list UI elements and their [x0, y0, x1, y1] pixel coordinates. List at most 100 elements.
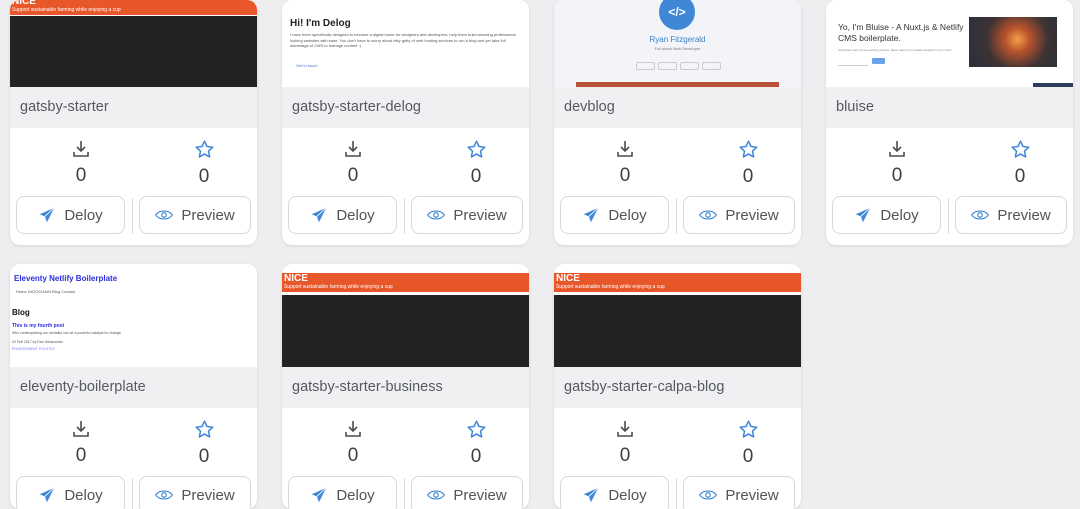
download-stat: 0 — [595, 139, 655, 187]
thumbnail-title: NICE — [284, 273, 308, 284]
card-title[interactable]: gatsby-starter-calpa-blog — [554, 367, 801, 408]
paper-plane-icon — [312, 207, 327, 223]
paper-plane-icon — [584, 207, 599, 223]
card-title[interactable]: gatsby-starter-delog — [282, 87, 529, 128]
download-count: 0 — [347, 165, 359, 186]
thumbnail-link: Get in touch — [296, 63, 318, 68]
preview-button[interactable]: Preview — [411, 476, 523, 509]
download-icon — [617, 141, 633, 157]
thumbnail-dark-area — [554, 295, 801, 367]
preview-label: Preview — [453, 206, 507, 224]
eye-icon — [699, 210, 718, 220]
download-count: 0 — [75, 445, 87, 466]
deploy-label: Deloy — [64, 206, 103, 224]
deploy-button[interactable]: Deloy — [560, 196, 669, 234]
button-divider — [404, 198, 405, 234]
download-icon — [889, 141, 905, 157]
download-count: 0 — [891, 165, 903, 186]
thumbnail-blog-heading: Blog — [12, 308, 30, 317]
star-stat: 0 — [446, 139, 506, 188]
star-count: 0 — [470, 166, 482, 187]
download-icon — [345, 421, 361, 437]
download-stat: 0 — [51, 419, 111, 467]
card-title[interactable]: eleventy-boilerplate — [10, 367, 257, 408]
star-icon[interactable] — [466, 139, 487, 160]
star-count: 0 — [1014, 166, 1026, 187]
thumbnail-fire-image — [969, 17, 1057, 67]
preview-label: Preview — [725, 206, 779, 224]
card-title[interactable]: devblog — [554, 87, 801, 128]
thumbnail-name: Ryan Fitzgerald — [649, 35, 706, 44]
download-stat: 0 — [323, 419, 383, 467]
deploy-label: Deloy — [336, 206, 375, 224]
download-icon — [345, 141, 361, 157]
download-count: 0 — [347, 445, 359, 466]
thumbnail-text: I have been specifically designed to bec… — [290, 32, 516, 48]
thumbnail-button — [872, 58, 885, 64]
thumbnail[interactable]: NICE Support sustainable farming while e… — [282, 264, 529, 367]
download-icon — [617, 421, 633, 437]
thumbnail[interactable]: NICE Support sustainable farming while e… — [554, 264, 801, 367]
thumbnail-header: NICE Support sustainable farming while e… — [282, 273, 529, 292]
star-icon[interactable] — [194, 419, 215, 440]
thumbnail-nav: Home DATOCHAIN Blog Contact — [16, 289, 75, 294]
download-count: 0 — [75, 165, 87, 186]
thumbnail-dark-area — [282, 295, 529, 367]
download-stat: 0 — [323, 139, 383, 187]
deploy-label: Deloy — [608, 206, 647, 224]
star-icon[interactable] — [738, 419, 759, 440]
thumbnail-post-excerpt: Why contemplating our mortality can be a… — [12, 331, 121, 335]
preview-button[interactable]: Preview — [411, 196, 523, 234]
preview-button[interactable]: Preview — [955, 196, 1067, 234]
thumbnail-title: NICE — [556, 273, 580, 284]
paper-plane-icon — [40, 487, 55, 503]
card-title[interactable]: bluise — [826, 87, 1073, 128]
button-divider — [948, 198, 949, 234]
thumbnail-heading: Yo, I'm Bluise - A Nuxt.js & Netlify CMS… — [838, 22, 964, 43]
thumbnail-title: NICE — [12, 0, 36, 7]
thumbnail-post-title: This is my fourth post — [12, 323, 65, 329]
thumbnail[interactable]: </> Ryan Fitzgerald Full-stack Web Devel… — [554, 0, 801, 87]
star-count: 0 — [742, 166, 754, 187]
starter-card: Hi! I'm Delog I have been specifically d… — [282, 0, 529, 245]
deploy-button[interactable]: Deloy — [560, 476, 669, 509]
preview-button[interactable]: Preview — [139, 196, 251, 234]
star-count: 0 — [470, 446, 482, 467]
starter-card: </> Ryan Fitzgerald Full-stack Web Devel… — [554, 0, 801, 245]
thumbnail[interactable]: Yo, I'm Bluise - A Nuxt.js & Netlify CMS… — [826, 0, 1073, 87]
star-stat: 0 — [446, 419, 506, 468]
deploy-button[interactable]: Deloy — [832, 196, 941, 234]
thumbnail-dark-area — [10, 16, 257, 87]
star-icon[interactable] — [738, 139, 759, 160]
paper-plane-icon — [856, 207, 871, 223]
thumbnail[interactable]: Hi! I'm Delog I have been specifically d… — [282, 0, 529, 87]
preview-button[interactable]: Preview — [683, 476, 795, 509]
star-icon[interactable] — [466, 419, 487, 440]
star-count: 0 — [742, 446, 754, 467]
preview-label: Preview — [997, 206, 1051, 224]
thumbnail[interactable]: Eleventy Netlify Boilerplate Home DATOCH… — [10, 264, 257, 367]
paper-plane-icon — [40, 207, 55, 223]
thumbnail-header: NICE Support sustainable farming while e… — [10, 0, 257, 15]
deploy-button[interactable]: Deloy — [288, 196, 397, 234]
eye-icon — [971, 210, 990, 220]
star-icon[interactable] — [194, 139, 215, 160]
preview-button[interactable]: Preview — [139, 476, 251, 509]
download-count: 0 — [619, 445, 631, 466]
thumbnail[interactable]: NICE Support sustainable farming while e… — [10, 0, 257, 87]
deploy-label: Deloy — [336, 486, 375, 504]
thumbnail-subtitle: Full-stack Web Developer — [654, 46, 701, 51]
deploy-button[interactable]: Deloy — [16, 476, 125, 509]
starter-card: NICE Support sustainable farming while e… — [10, 0, 257, 245]
thumbnail-text: Subscribe and receive exciting articles,… — [838, 48, 952, 52]
starter-card: NICE Support sustainable farming while e… — [282, 264, 529, 509]
deploy-button[interactable]: Deloy — [16, 196, 125, 234]
star-icon[interactable] — [1010, 139, 1031, 160]
star-stat: 0 — [174, 139, 234, 188]
thumbnail-heading: Eleventy Netlify Boilerplate — [14, 274, 118, 283]
eye-icon — [155, 210, 174, 220]
deploy-button[interactable]: Deloy — [288, 476, 397, 509]
card-title[interactable]: gatsby-starter — [10, 87, 257, 128]
card-title[interactable]: gatsby-starter-business — [282, 367, 529, 408]
preview-button[interactable]: Preview — [683, 196, 795, 234]
